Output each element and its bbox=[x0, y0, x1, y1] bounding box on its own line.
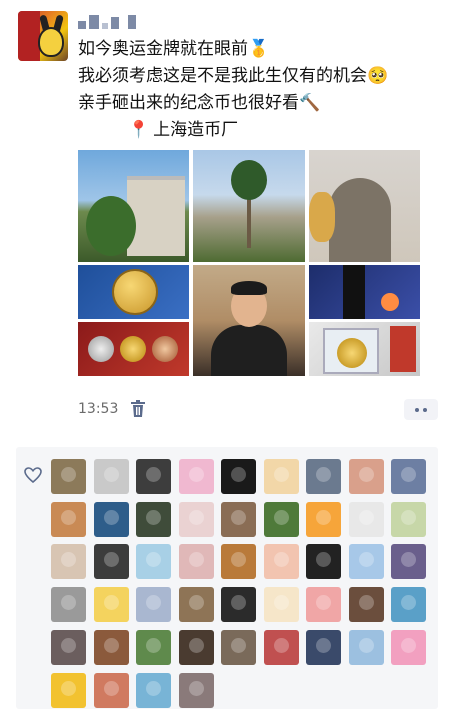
liker-avatar[interactable] bbox=[51, 459, 86, 494]
liker-avatar[interactable] bbox=[136, 629, 171, 665]
post-line-2: 我必须考虑这是不是我此生仅有的机会🥺 bbox=[78, 66, 389, 86]
more-dots-icon[interactable] bbox=[404, 399, 438, 420]
liker-avatar[interactable] bbox=[348, 629, 384, 665]
photo-grid bbox=[78, 150, 420, 376]
liker-avatar[interactable] bbox=[306, 544, 341, 580]
liker-avatar[interactable] bbox=[136, 501, 171, 537]
liker-avatar[interactable] bbox=[348, 501, 384, 537]
liker-avatar[interactable] bbox=[263, 629, 299, 665]
liker-avatar[interactable] bbox=[221, 544, 256, 580]
liker-avatar[interactable] bbox=[306, 587, 341, 623]
post-timestamp: 13:53 bbox=[78, 401, 119, 417]
liker-avatar[interactable] bbox=[93, 629, 129, 665]
poster-avatar[interactable] bbox=[18, 11, 68, 61]
location-pin-icon: 📍 bbox=[128, 120, 150, 140]
liker-avatar[interactable] bbox=[348, 587, 384, 623]
liker-avatar[interactable] bbox=[136, 544, 171, 580]
post-line-3: 亲手砸出来的纪念币也很好看🔨 bbox=[78, 93, 321, 113]
liker-avatar[interactable] bbox=[391, 544, 426, 580]
trash-icon[interactable] bbox=[130, 400, 146, 418]
liker-avatar[interactable] bbox=[93, 501, 129, 537]
liker-avatar[interactable] bbox=[221, 587, 256, 623]
liker-avatar[interactable] bbox=[178, 587, 214, 623]
photo-palm-courtyard[interactable] bbox=[193, 150, 305, 262]
liker-avatar[interactable] bbox=[306, 459, 341, 494]
liker-avatar[interactable] bbox=[51, 544, 86, 580]
liker-avatar[interactable] bbox=[391, 501, 426, 537]
liker-avatar[interactable] bbox=[391, 587, 426, 623]
location-label: 上海造币厂 bbox=[153, 120, 239, 140]
liker-avatar[interactable] bbox=[51, 629, 86, 665]
liker-avatar[interactable] bbox=[93, 672, 129, 708]
liker-avatar[interactable] bbox=[178, 544, 214, 580]
liker-avatar[interactable] bbox=[136, 587, 171, 623]
liker-avatar[interactable] bbox=[51, 672, 86, 708]
photo-man-thumbs-up[interactable] bbox=[193, 265, 305, 376]
photo-stone-arch-gate[interactable] bbox=[309, 150, 420, 262]
liker-avatar[interactable] bbox=[348, 459, 384, 494]
liker-avatar[interactable] bbox=[306, 501, 341, 537]
photo-coin-striking-collage[interactable] bbox=[309, 265, 420, 376]
liker-avatar[interactable] bbox=[263, 544, 299, 580]
liker-avatar[interactable] bbox=[178, 501, 214, 537]
liker-avatar[interactable] bbox=[263, 459, 299, 494]
liker-avatar[interactable] bbox=[51, 587, 86, 623]
liker-avatar[interactable] bbox=[178, 459, 214, 494]
liker-avatar[interactable] bbox=[348, 544, 384, 580]
liker-avatar[interactable] bbox=[136, 459, 171, 494]
liker-avatar[interactable] bbox=[136, 672, 171, 708]
photo-building-with-tree[interactable] bbox=[78, 150, 189, 262]
liker-avatar[interactable] bbox=[178, 629, 214, 665]
post-line-1: 如今奥运金牌就在眼前🥇 bbox=[78, 39, 270, 59]
post-location[interactable]: 📍 上海造币厂 bbox=[78, 117, 438, 144]
post-meta: 13:53 bbox=[78, 398, 145, 420]
likes-panel bbox=[16, 447, 438, 709]
post-text: 如今奥运金牌就在眼前🥇 我必须考虑这是不是我此生仅有的机会🥺 亲手砸出来的纪念币… bbox=[78, 36, 438, 144]
photo-gold-medal-collage[interactable] bbox=[78, 265, 189, 376]
heart-icon bbox=[24, 467, 42, 483]
poster-username-redacted[interactable] bbox=[78, 13, 136, 29]
liker-avatar[interactable] bbox=[263, 501, 299, 537]
liker-avatar[interactable] bbox=[263, 587, 299, 623]
liker-avatar[interactable] bbox=[178, 672, 214, 708]
liker-avatar[interactable] bbox=[221, 459, 256, 494]
liker-avatar[interactable] bbox=[221, 629, 256, 665]
gold-coin-icon bbox=[112, 269, 158, 315]
liker-avatar[interactable] bbox=[306, 629, 341, 665]
liker-avatar[interactable] bbox=[391, 629, 426, 665]
liker-avatar[interactable] bbox=[93, 587, 129, 623]
liker-avatar[interactable] bbox=[391, 459, 426, 494]
liker-avatar[interactable] bbox=[51, 501, 86, 537]
liker-avatar[interactable] bbox=[93, 544, 129, 580]
liker-avatar[interactable] bbox=[93, 459, 129, 494]
liker-avatar[interactable] bbox=[221, 501, 256, 537]
